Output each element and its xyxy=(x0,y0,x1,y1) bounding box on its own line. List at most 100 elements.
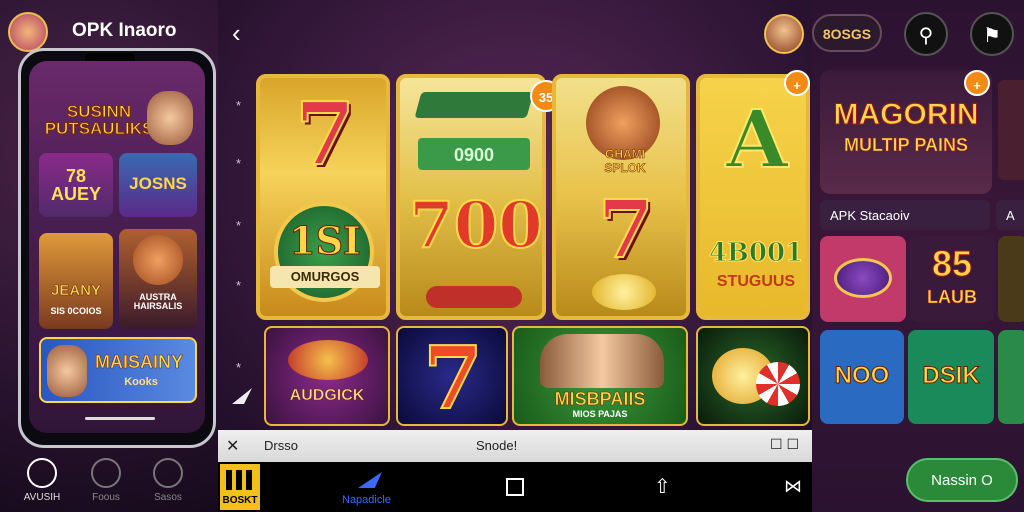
reel-cash-note: 0900 xyxy=(418,138,530,170)
reel-symbol-seven-2: 7 xyxy=(597,181,655,277)
right-tile-85[interactable]: 85 LAUB xyxy=(910,236,994,322)
slot-reel-3[interactable]: GHAMI SPLOK 7 xyxy=(552,74,690,320)
reel-banner: OMURGOS xyxy=(270,266,380,288)
phone-tile-2[interactable]: JOSNS xyxy=(119,153,197,217)
apk-label: APK Stacaoiv xyxy=(830,208,910,223)
info-bar-right-text[interactable]: ☐ ☐ xyxy=(770,436,799,453)
phone-home-indicator xyxy=(85,417,155,420)
apk-label-2-bar[interactable]: A xyxy=(996,200,1024,230)
side-marker: * xyxy=(236,98,242,113)
profile-avatar[interactable] xyxy=(764,14,804,54)
reel4-badge: + xyxy=(784,70,810,96)
bowl-icon xyxy=(834,258,892,298)
phone-tile-5-avatar xyxy=(47,345,87,397)
user-icon xyxy=(91,458,121,488)
bottom-nav-badge-text: BOSKT xyxy=(222,495,258,506)
reel3-title: GHAMI xyxy=(605,147,646,161)
game-tile-1-label: AUDGICK xyxy=(289,387,365,404)
phone-banner-avatar xyxy=(147,91,193,145)
game-tile-2-seven: 7 xyxy=(422,328,484,426)
promo-title-1: MAGORIN xyxy=(833,98,979,131)
left-nav-item-3[interactable]: Sasos xyxy=(142,456,194,508)
right-tile-bowl[interactable] xyxy=(820,236,906,322)
phone-tile-5-sub: Kooks xyxy=(124,376,158,388)
reel-symbol-seven: 7 xyxy=(294,83,356,186)
info-bar-left-text: Drsso xyxy=(264,438,298,453)
right-tile-85-sub: LAUB xyxy=(927,287,978,307)
promo-card-2[interactable] xyxy=(998,80,1024,180)
game-tile-3[interactable]: MISBPAIIS MIOS PAJAS xyxy=(512,326,688,426)
right-tile-dsik-label: DSIK xyxy=(922,362,980,389)
right-tile-noo[interactable]: NOO xyxy=(820,330,904,424)
phone-tile-4-text: AUSTRA HAIRSALIS xyxy=(133,292,183,311)
phone-mockup: SUSINN PUTSAULIKS 78 AUEY JOSNS JEANY SI… xyxy=(18,48,216,448)
phone-screen: SUSINN PUTSAULIKS 78 AUEY JOSNS JEANY SI… xyxy=(29,61,205,433)
feather-icon xyxy=(232,388,252,404)
send-icon[interactable] xyxy=(358,472,382,488)
bookmark-icon[interactable]: ⋈ xyxy=(784,476,802,497)
close-icon[interactable]: ✕ xyxy=(226,436,239,456)
app-logo[interactable] xyxy=(8,12,48,52)
cta-button[interactable]: Nassin O xyxy=(906,458,1018,502)
coin-balance-pill[interactable]: 8OSGS xyxy=(812,14,882,52)
reel-cash-stack xyxy=(414,92,534,118)
slot-reel-4[interactable]: A 4B001 STUGUUS xyxy=(696,74,810,320)
phone-tile-3-title: JEANY xyxy=(50,282,102,299)
left-nav-label: AVUSIH xyxy=(23,492,61,503)
reel-symbol-700: 700 xyxy=(408,187,543,264)
promo-badge: + xyxy=(964,70,990,96)
left-nav-label: Foous xyxy=(92,492,120,503)
fox-icon xyxy=(133,235,183,285)
app-title: OPK Inaoro xyxy=(72,20,177,41)
side-marker: * xyxy=(236,156,242,171)
apk-label-2: A xyxy=(1006,208,1015,223)
promo-title-2: MULTIP PAINS xyxy=(843,135,969,155)
square-icon[interactable] xyxy=(506,478,524,496)
reel3-sub: SPLOK xyxy=(604,161,646,175)
bottom-nav-badge[interactable]: BOSKT xyxy=(218,462,262,512)
phone-tile-5[interactable]: MAISAINY Kooks xyxy=(39,337,197,403)
game-tile-2[interactable]: 7 xyxy=(396,326,508,426)
bottom-nav: BOSKT Napadicle ⇧ ⋈ xyxy=(218,462,812,512)
right-tile-85-num: 85 xyxy=(931,243,973,284)
left-nav-item-2[interactable]: Foous xyxy=(80,456,132,508)
game-tile-4[interactable] xyxy=(696,326,810,426)
reel-coin-gold xyxy=(592,274,656,310)
info-bar: ✕ Drsso Snode! ☐ ☐ xyxy=(218,430,812,462)
clock-icon xyxy=(27,458,57,488)
search-icon[interactable]: ⚲ xyxy=(904,12,948,56)
side-marker: * xyxy=(236,278,242,293)
right-tile-dsik[interactable]: DSIK xyxy=(908,330,994,424)
slot-reel-2[interactable]: 0900 700 xyxy=(396,74,546,320)
characters-group xyxy=(540,334,664,388)
reel-symbol-coin-text: 1SI xyxy=(289,218,362,264)
side-marker: * xyxy=(236,360,242,375)
bottom-nav-active-label[interactable]: Napadicle xyxy=(342,494,391,506)
red-chip-icon xyxy=(756,362,800,406)
apk-label-bar[interactable]: APK Stacaoiv xyxy=(820,200,990,230)
right-tile-edge-2[interactable] xyxy=(998,330,1024,424)
game-tile-1[interactable]: AUDGICK xyxy=(264,326,390,426)
bars-icon xyxy=(226,470,254,490)
slot-reel-1[interactable]: 7 1SI OMURGOS xyxy=(256,74,390,320)
back-chevron-icon[interactable]: ‹ xyxy=(232,18,241,49)
phone-tile-3[interactable]: JEANY SIS 0COIOS xyxy=(39,233,113,329)
right-tile-noo-label: NOO xyxy=(834,362,890,389)
game-tile-3-sub: MIOS PAJAS xyxy=(572,409,628,419)
phone-tile-4[interactable]: AUSTRA HAIRSALIS xyxy=(119,229,197,329)
controller-icon xyxy=(153,458,183,488)
phone-tile-5-title: MAISAINY xyxy=(94,352,184,372)
left-nav-label: Sasos xyxy=(154,492,182,503)
reel-symbol-a: A xyxy=(725,91,789,187)
reel4-sub: STUGUUS xyxy=(716,273,796,290)
left-nav-item-1[interactable]: AVUSIH xyxy=(16,456,68,508)
right-tile-edge[interactable] xyxy=(998,236,1024,322)
side-marker: * xyxy=(236,218,242,233)
phone-tile-3-caption: SIS 0COIOS xyxy=(50,306,102,316)
share-icon[interactable]: ⇧ xyxy=(654,474,671,499)
right-column: 8OSGS ⚲ ⚑ MAGORIN MULTIP PAINS + APK Sta… xyxy=(812,0,1024,512)
phone-tile-1[interactable]: 78 AUEY xyxy=(39,153,113,217)
bookmark-top-icon[interactable]: ⚑ xyxy=(970,12,1014,56)
info-bar-mid-text: Snode! xyxy=(476,438,518,453)
main-panel: ‹ * * * * * 7 1SI OMURGOS 0900 700 35 GH… xyxy=(218,0,812,462)
